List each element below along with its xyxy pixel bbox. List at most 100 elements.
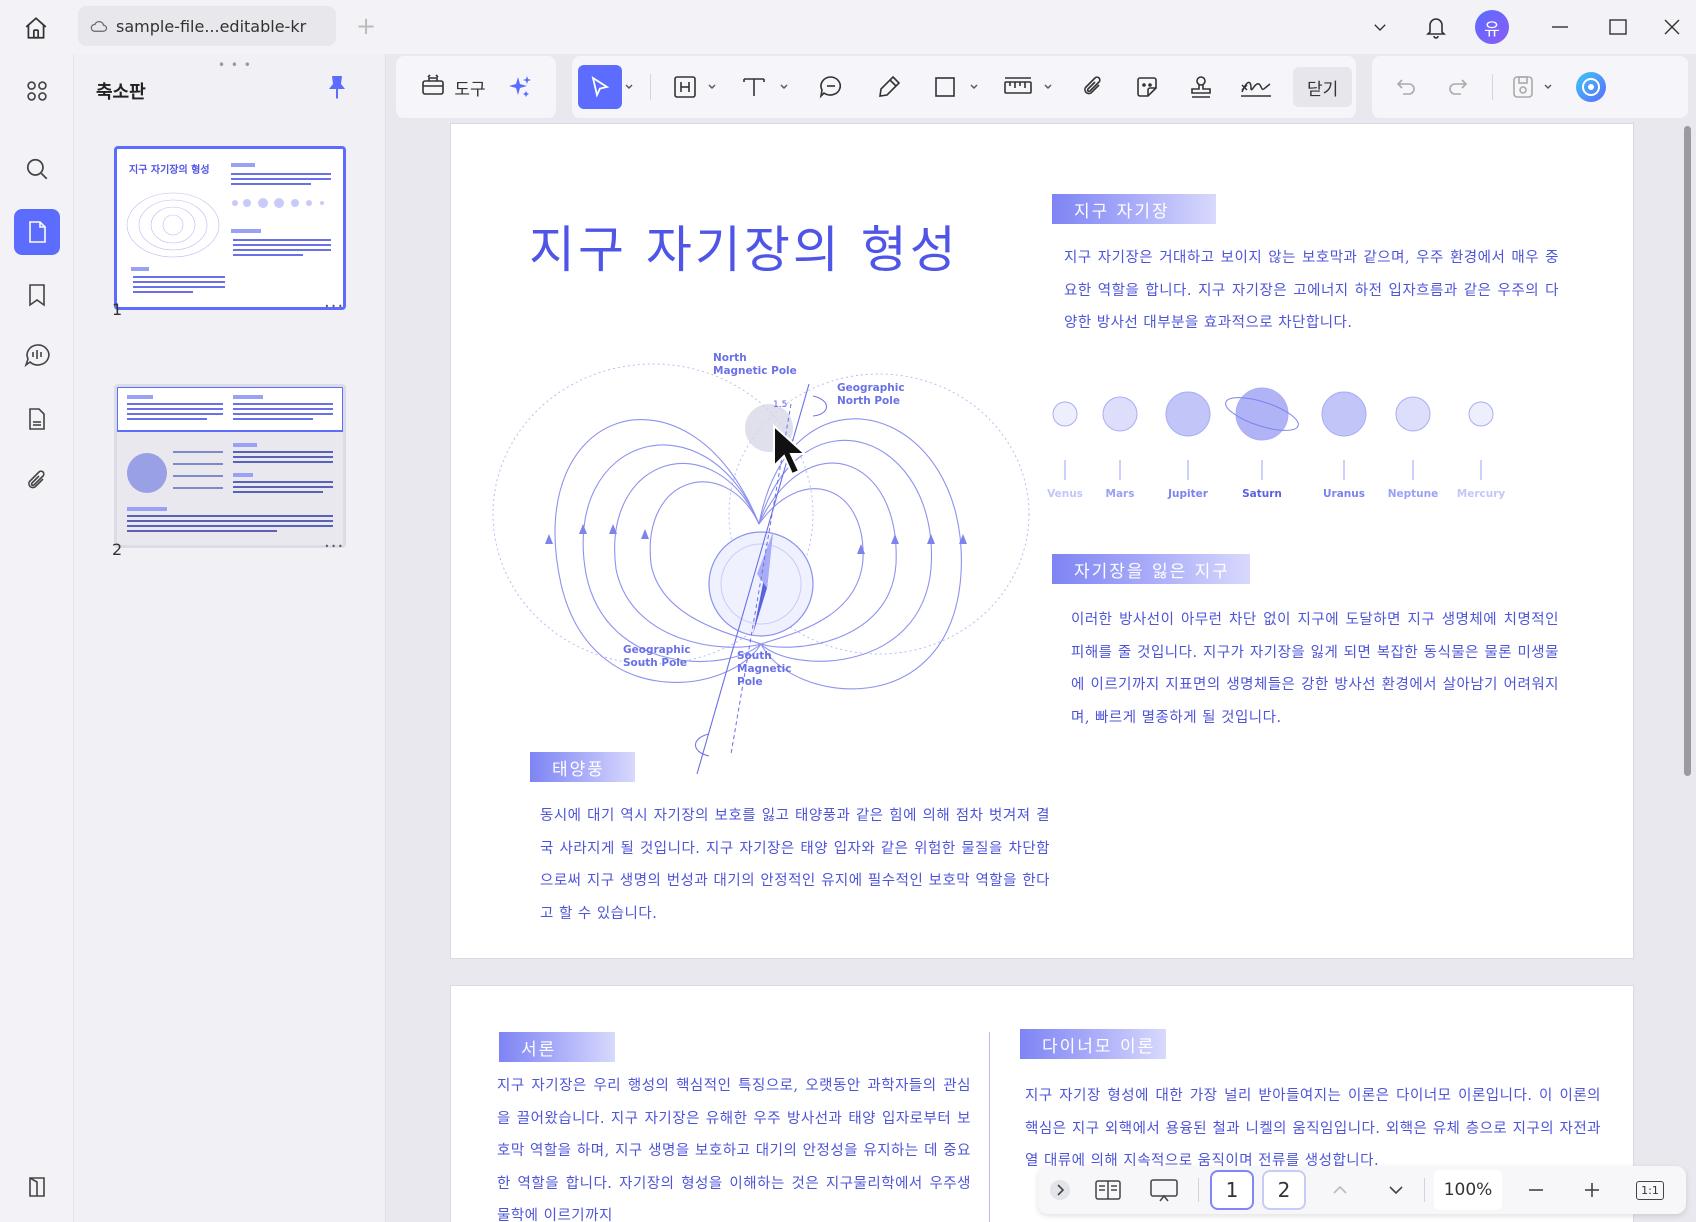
- chevron-down-icon[interactable]: [967, 82, 981, 92]
- bookmark-icon[interactable]: [14, 272, 60, 318]
- thumbnail-number: 2: [112, 540, 123, 559]
- close-window-button[interactable]: [1654, 8, 1690, 46]
- planet-label-mercury: Mercury: [1456, 488, 1506, 500]
- section-text: 이러한 방사선이 아무런 차단 없이 지구에 도달하면 지구 생명체에 치명적인…: [1071, 612, 1559, 726]
- save-icon[interactable]: [1505, 65, 1541, 109]
- annotation-toolbar: 도구 닫기: [396, 56, 1688, 118]
- divider: [1198, 1178, 1199, 1202]
- planet-label-jupiter: Jupiter: [1168, 488, 1208, 500]
- chevron-down-icon[interactable]: [622, 82, 636, 92]
- chevron-down-icon[interactable]: [1541, 82, 1555, 92]
- thumbnail-number: 1: [112, 300, 123, 319]
- next-page-icon[interactable]: [1376, 1170, 1416, 1210]
- chevron-down-icon[interactable]: [705, 82, 719, 92]
- grid-view-icon[interactable]: [14, 68, 60, 114]
- north-magnetic-pole-label: North Magnetic Pole: [713, 352, 797, 377]
- angle-label: 1.5: [773, 400, 787, 410]
- page-1-button[interactable]: 1: [1210, 1170, 1254, 1210]
- tools-button[interactable]: 도구: [410, 65, 496, 109]
- avatar[interactable]: 유: [1472, 8, 1512, 46]
- page-title: 지구 자기장의 형성: [529, 221, 959, 279]
- pen-tool-icon[interactable]: [867, 65, 911, 109]
- toolbox-icon: [420, 72, 446, 103]
- close-annotation-button[interactable]: 닫기: [1293, 65, 1353, 109]
- thumbnail-more-button[interactable]: ···: [324, 296, 344, 317]
- section-label: 지구 자기장: [1052, 194, 1216, 224]
- planets-illustration: [1052, 387, 1494, 480]
- page-thumbnail-1[interactable]: 지구 자기장의 형성: [114, 146, 346, 310]
- attachment-icon[interactable]: [14, 458, 60, 504]
- collapse-bar-button[interactable]: [1046, 1170, 1074, 1210]
- section-text: 동시에 대기 역시 자기장의 보호를 잃고 태양풍과 같은 힘에 의해 점차 벗…: [540, 808, 1050, 922]
- home-icon[interactable]: [18, 10, 54, 46]
- geographic-north-pole-label: Geographic North Pole: [837, 382, 905, 407]
- ai-sparkle-icon[interactable]: [496, 65, 544, 109]
- new-tab-button[interactable]: +: [352, 12, 380, 40]
- cloud-icon: [90, 19, 108, 33]
- rectangle-tool-icon[interactable]: [923, 65, 967, 109]
- note-tool-icon[interactable]: [809, 65, 853, 109]
- actual-size-label: 1:1: [1636, 1180, 1664, 1200]
- page-layout-icon[interactable]: [1086, 1170, 1130, 1210]
- page-thumbnail-2[interactable]: [114, 384, 346, 548]
- text-tool-icon[interactable]: [731, 65, 777, 109]
- maximize-button[interactable]: [1598, 8, 1638, 46]
- redo-icon[interactable]: [1436, 65, 1480, 109]
- left-rail: [0, 54, 74, 1222]
- divider: [1424, 1178, 1425, 1202]
- zoom-in-icon[interactable]: [1572, 1170, 1612, 1210]
- ai-assistant-icon[interactable]: [1569, 65, 1613, 109]
- planet-label-uranus: Uranus: [1323, 488, 1365, 500]
- tools-group: 도구: [396, 56, 556, 118]
- resize-grip[interactable]: • • •: [218, 58, 252, 72]
- title-bar: sample-file...editable-kr + 유: [0, 0, 1696, 54]
- tools-label: 도구: [454, 79, 486, 100]
- planet-label-saturn: Saturn: [1242, 488, 1282, 500]
- comment-icon[interactable]: [14, 332, 60, 378]
- zoom-out-icon[interactable]: [1516, 1170, 1556, 1210]
- page-2-button[interactable]: 2: [1262, 1170, 1306, 1210]
- south-magnetic-pole-label: South Magnetic Pole: [737, 650, 792, 688]
- tab-title: sample-file...editable-kr: [116, 16, 307, 36]
- presentation-icon[interactable]: [1142, 1170, 1186, 1210]
- section-text: 지구 자기장은 거대하고 보이지 않는 보호막과 같으며, 우주 환경에서 매우…: [1064, 250, 1559, 331]
- select-tool[interactable]: [578, 65, 622, 109]
- avatar-initial: 유: [1475, 10, 1509, 44]
- undo-icon[interactable]: [1384, 65, 1428, 109]
- bell-icon[interactable]: [1416, 8, 1456, 46]
- chevron-down-icon[interactable]: [1041, 82, 1055, 92]
- actual-size-button[interactable]: 1:1: [1628, 1170, 1672, 1210]
- section-label: 태양풍: [530, 752, 635, 782]
- section-text: 지구 자기장 형성에 대한 가장 널리 받아들여지는 이론은 다이너모 이론입니…: [1025, 1088, 1601, 1169]
- chevron-down-icon[interactable]: [777, 82, 791, 92]
- section-label: 서론: [499, 1032, 615, 1062]
- attachment-tool-icon[interactable]: [1071, 65, 1115, 109]
- history-group: [1372, 56, 1688, 118]
- mouse-cursor-icon: [773, 424, 808, 476]
- page-navigation-bar: 1 2 100% 1:1: [1038, 1166, 1686, 1214]
- section-label: 다이너모 이론: [1020, 1029, 1166, 1059]
- geographic-south-pole-label: Geographic South Pole: [623, 644, 691, 669]
- vertical-scrollbar[interactable]: [1684, 126, 1691, 776]
- section-text: 지구 자기장은 우리 행성의 핵심적인 특징으로, 오랫동안 과학자들의 관심을…: [497, 1078, 971, 1222]
- measure-tool-icon[interactable]: [995, 65, 1041, 109]
- zoom-level[interactable]: 100%: [1434, 1170, 1502, 1210]
- highlight-tool-icon[interactable]: [665, 65, 705, 109]
- svg-text:지구 자기장의 형성: 지구 자기장의 형성: [129, 163, 210, 176]
- minimize-button[interactable]: [1540, 8, 1580, 46]
- previous-page-icon[interactable]: [1320, 1170, 1360, 1210]
- document-tab[interactable]: sample-file...editable-kr: [78, 6, 336, 46]
- thumbnail-panel: • • • 축소판 지구 자기장의 형성 1 ··· 2 ···: [74, 54, 386, 1222]
- close-label: 닫기: [1293, 67, 1353, 107]
- stamp-tool-icon[interactable]: [1179, 65, 1223, 109]
- signature-tool-icon[interactable]: [1233, 65, 1279, 109]
- column-divider: [989, 1032, 990, 1222]
- sidebar-toggle-icon[interactable]: [14, 1164, 60, 1210]
- thumbnail-more-button[interactable]: ···: [324, 536, 344, 557]
- document-icon[interactable]: [14, 396, 60, 442]
- search-icon[interactable]: [14, 146, 60, 192]
- pin-icon[interactable]: [326, 74, 348, 104]
- sticker-tool-icon[interactable]: [1125, 65, 1169, 109]
- chevron-down-icon[interactable]: [1362, 8, 1398, 46]
- thumbnail-panel-icon[interactable]: [14, 209, 60, 255]
